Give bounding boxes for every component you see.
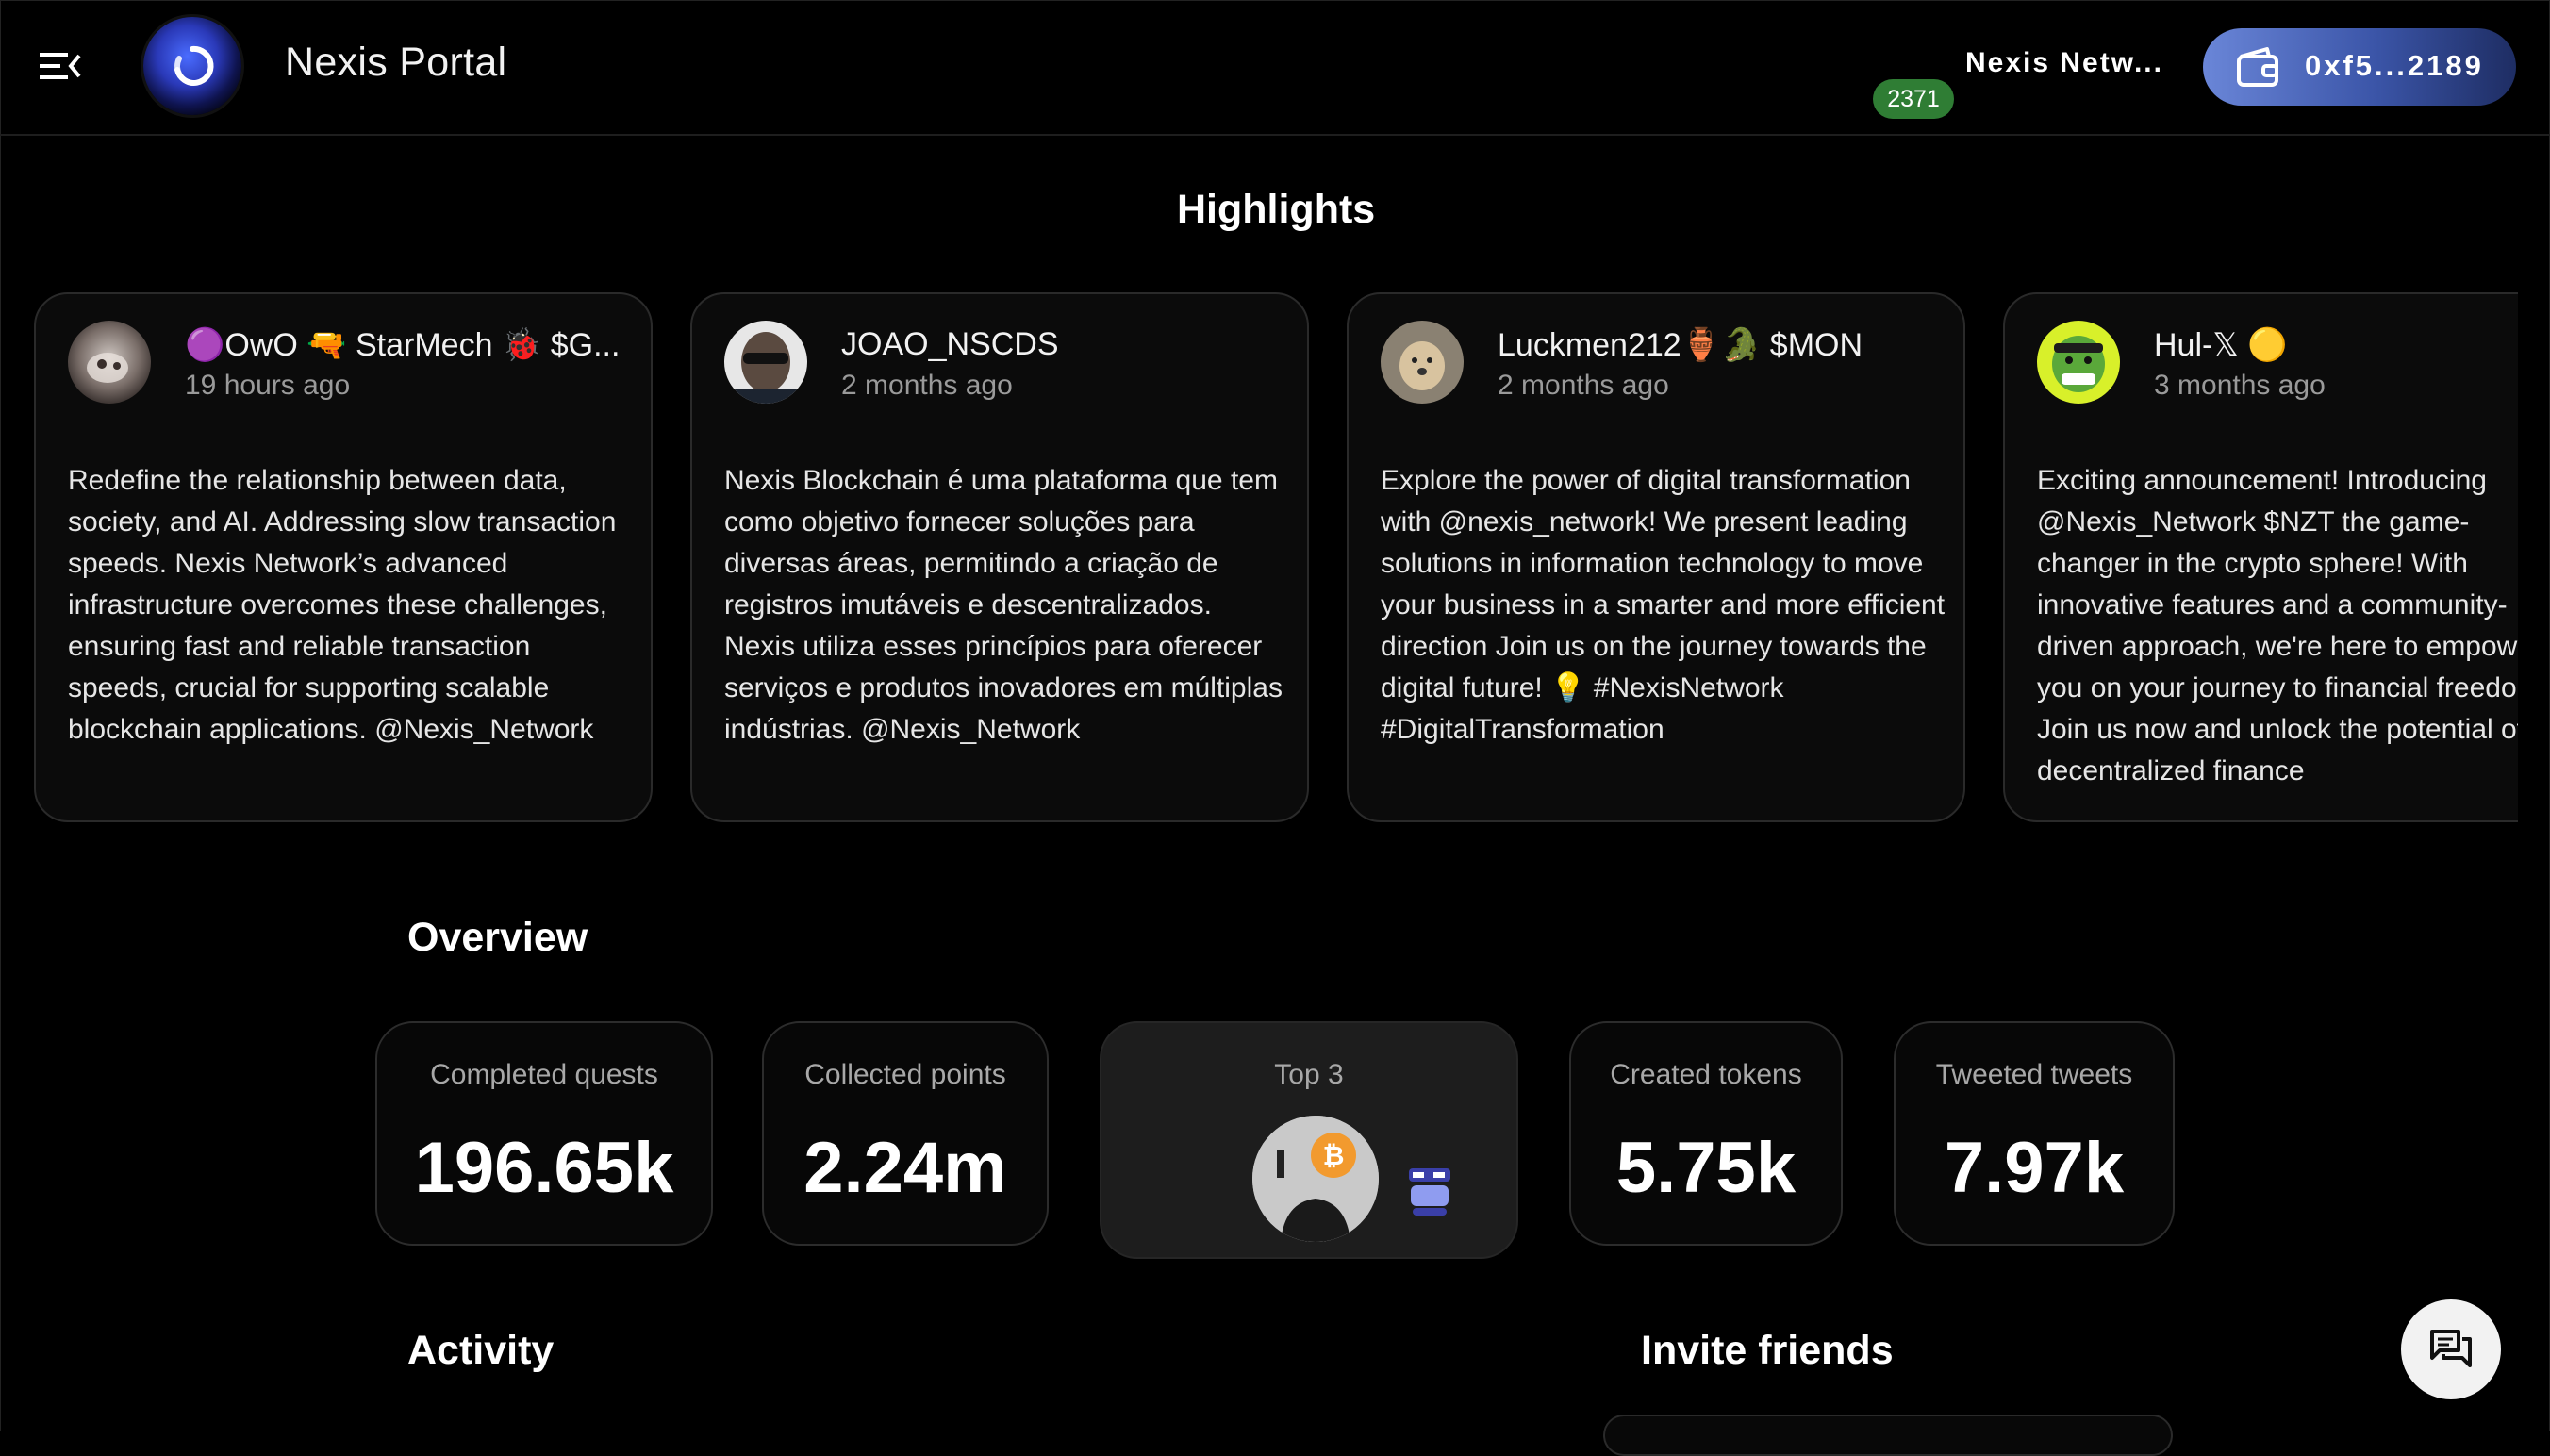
wallet-button[interactable]: 0xf5...2189 <box>2203 28 2516 106</box>
card-text: Exciting announcement! Introducing @Nexi… <box>2037 465 2518 786</box>
top-user-avatar[interactable] <box>1405 1161 1454 1221</box>
avatar <box>1381 321 1464 404</box>
wallet-address: 0xf5...2189 <box>2305 49 2484 82</box>
card-text: Explore the power of digital transformat… <box>1381 465 1946 745</box>
card-text: Redefine the relationship between data, … <box>68 465 617 745</box>
stat-label: Collected points <box>804 1059 1006 1090</box>
avatar <box>724 321 807 404</box>
stat-tweeted-tweets: Tweeted tweets 7.97k <box>1894 1021 2175 1246</box>
stat-value: 5.75k <box>1615 1128 1797 1208</box>
avatar <box>68 321 151 404</box>
stat-value: 196.65k <box>414 1128 674 1208</box>
card-timestamp: 19 hours ago <box>185 370 351 401</box>
stat-label: Top 3 <box>1274 1059 1344 1090</box>
stat-collected-points: Collected points 2.24m <box>762 1021 1049 1246</box>
card-author: Hul-𝕏 🟡 <box>2154 327 2288 363</box>
card-timestamp: 2 months ago <box>841 370 1013 401</box>
wallet-icon <box>2237 47 2278 87</box>
card-author: Luckmen212🏺🐊 $MON <box>1498 327 1863 363</box>
chat-bubble-icon <box>2430 1330 2472 1367</box>
card-timestamp: 3 months ago <box>2154 370 2326 401</box>
card-author: 🟣OwO 🔫 StarMech 🐞 $G... <box>185 327 621 363</box>
highlights-carousel[interactable]: 🟣OwO 🔫 StarMech 🐞 $G... 19 hours ago Red… <box>34 292 2518 826</box>
stat-label: Tweeted tweets <box>1935 1059 2133 1090</box>
activity-title: Activity <box>407 1328 555 1373</box>
card-author: JOAO_NSCDS <box>841 326 1059 362</box>
stat-label: Completed quests <box>430 1059 658 1090</box>
stat-top-3[interactable]: Top 3 ₿ <box>1100 1021 1518 1259</box>
notification-count-badge: 2371 <box>1873 79 1954 119</box>
card-timestamp: 2 months ago <box>1498 370 1669 401</box>
svg-text:₿: ₿ <box>1323 1140 1345 1171</box>
stat-label: Created tokens <box>1610 1059 1802 1090</box>
menu-collapse-icon[interactable] <box>38 47 81 85</box>
stat-completed-quests: Completed quests 196.65k <box>375 1021 713 1246</box>
nexis-logo-icon[interactable] <box>143 17 241 115</box>
highlight-card[interactable]: Luckmen212🏺🐊 $MON 2 months ago Explore t… <box>1347 292 1965 822</box>
stat-created-tokens: Created tokens 5.75k <box>1569 1021 1843 1246</box>
avatar <box>2037 321 2120 404</box>
highlight-card[interactable]: Hul-𝕏 🟡 3 months ago Exciting announceme… <box>2003 292 2518 822</box>
app-title: Nexis Portal <box>285 40 507 85</box>
overview-title: Overview <box>407 915 588 960</box>
top-bar: Nexis Portal 2371 Nexis Netw... 0xf5...2… <box>0 0 2550 136</box>
stat-value: 7.97k <box>1944 1128 2125 1208</box>
network-selector[interactable]: Nexis Netw... <box>1965 47 2163 79</box>
invite-friends-panel <box>1603 1415 2173 1456</box>
invite-friends-title: Invite friends <box>1641 1328 1894 1373</box>
highlight-card[interactable]: JOAO_NSCDS 2 months ago Nexis Blockchain… <box>690 292 1309 822</box>
card-text: Nexis Blockchain é uma plataforma que te… <box>724 465 1283 745</box>
top-user-avatar[interactable]: ₿ <box>1252 1116 1379 1242</box>
highlights-title: Highlights <box>1177 187 1376 232</box>
stat-value: 2.24m <box>803 1128 1007 1208</box>
chat-button[interactable] <box>2401 1299 2501 1399</box>
highlight-card[interactable]: 🟣OwO 🔫 StarMech 🐞 $G... 19 hours ago Red… <box>34 292 653 822</box>
